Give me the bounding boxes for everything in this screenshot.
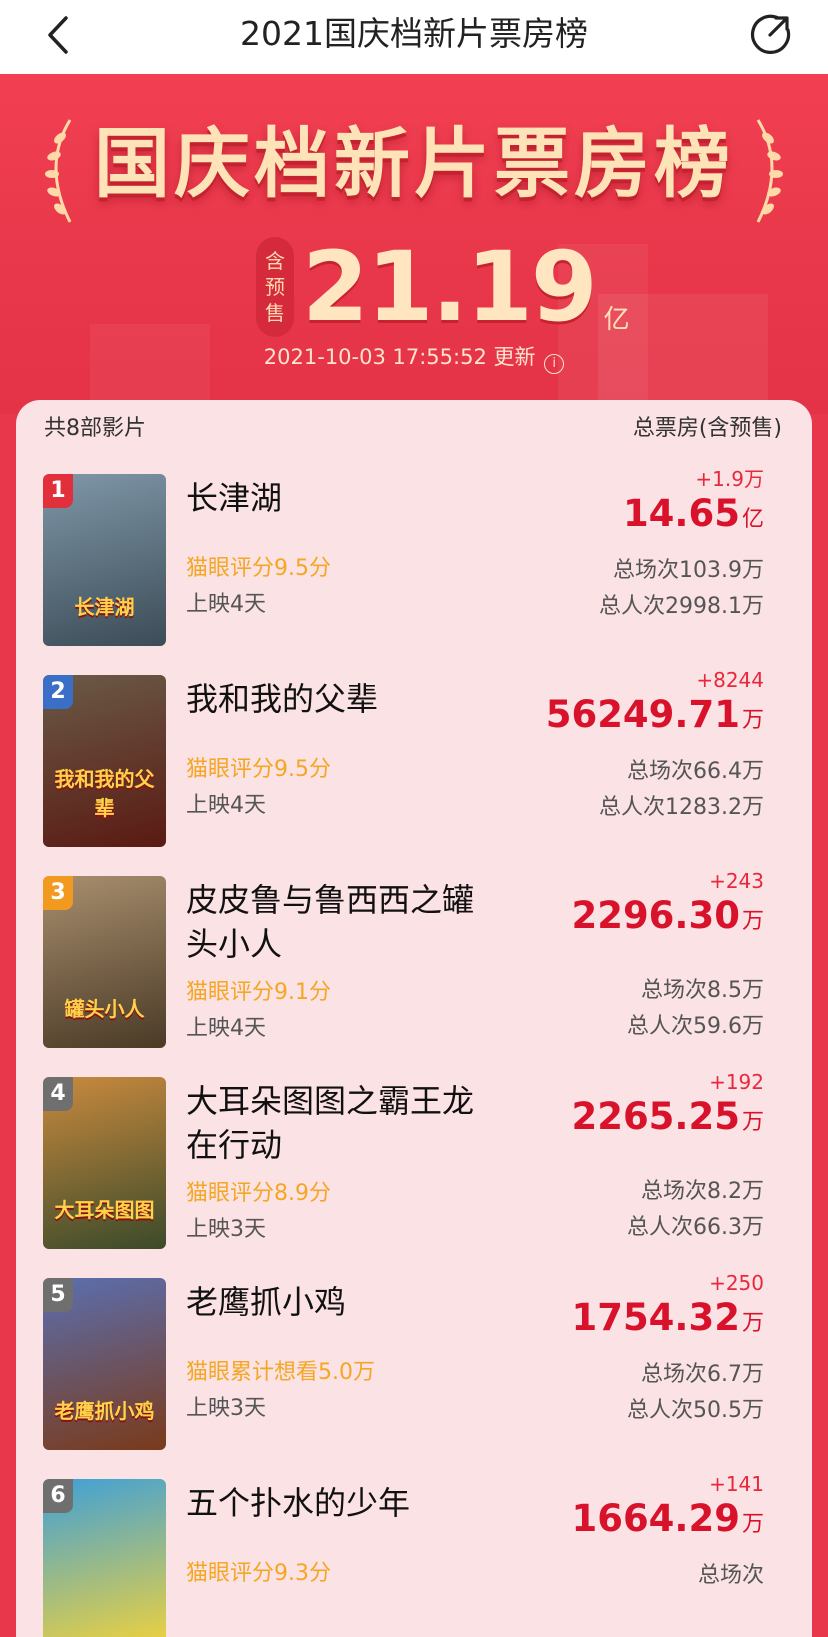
box-office-unit: 万 [741,1311,764,1336]
movie-poster[interactable]: 2 我和我的父辈 [43,675,166,847]
total-unit: 亿 [603,304,630,335]
hero-title: 国庆档新片票房榜 [94,119,734,208]
movie-title[interactable]: 皮皮鲁与鲁西西之罐头小人 [186,878,486,966]
movie-row[interactable]: 6 五个扑水的少年 猫眼评分9.3分 +141 1664.29万 总场次 [16,1472,812,1637]
total-value: 21.19 [302,231,598,343]
movie-row[interactable]: 1 长津湖 长津湖 猫眼评分9.5分 上映4天 +1.9万 14.65亿 总场次… [16,467,812,649]
movie-score: 猫眼评分9.3分 [186,1561,331,1586]
movie-row[interactable]: 2 我和我的父辈 我和我的父辈 猫眼评分9.5分 上映4天 +8244 5624… [16,668,812,850]
box-office-value: 14.65 [622,492,740,535]
share-icon[interactable] [748,11,794,57]
movie-poster[interactable]: 3 罐头小人 [43,876,166,1048]
nav-bar: 2021国庆档新片票房榜 [0,0,828,74]
box-office-unit: 万 [741,708,764,733]
list-header: 共8部影片 总票房(含预售) [44,414,782,444]
page-title: 2021国庆档新片票房榜 [240,14,588,53]
total-showings: 总场次8.5万 [641,978,764,1003]
rank-badge: 1 [43,474,73,508]
poster-caption: 老鹰抓小鸡 [54,1399,155,1423]
movie-row[interactable]: 5 老鹰抓小鸡 老鹰抓小鸡 猫眼累计想看5.0万 上映3天 +250 1754.… [16,1271,812,1453]
movie-days: 上映4天 [186,592,266,617]
movie-score: 猫眼评分9.5分 [186,757,331,782]
presale-tag-char: 含 [265,249,285,273]
total-showings: 总场次103.9万 [613,558,764,583]
box-office-value: 2296.30 [571,894,740,937]
total-showings: 总场次6.7万 [641,1362,764,1387]
total-showings: 总场次8.2万 [641,1179,764,1204]
box-office-total: 1754.32万 [571,1296,764,1347]
total-viewers: 总人次59.6万 [627,1014,764,1039]
movie-score: 猫眼评分8.9分 [186,1181,331,1206]
movie-days: 上映4天 [186,793,266,818]
box-office-unit: 万 [741,1110,764,1135]
rank-badge: 6 [43,1479,73,1513]
box-office-delta: +8244 [696,668,764,692]
total-showings: 总场次66.4万 [627,759,764,784]
presale-tag: 含 预 售 [256,237,294,337]
box-office-total: 14.65亿 [623,492,764,543]
rank-badge: 3 [43,876,73,910]
ranking-card: 共8部影片 总票房(含预售) 1 长津湖 长津湖 猫眼评分9.5分 上映4天 +… [16,400,812,1637]
rank-badge: 5 [43,1278,73,1312]
column-label: 总票房(含预售) [632,416,782,441]
box-office-value: 1754.32 [571,1296,740,1339]
movie-days: 上映3天 [186,1217,266,1242]
box-office-delta: +1.9万 [695,467,764,491]
movie-days: 上映4天 [186,1016,266,1041]
total-viewers: 总人次2998.1万 [599,594,764,619]
box-office-value: 2265.25 [571,1095,740,1138]
hero-banner: 国庆档新片票房榜 含 预 售 21.19 亿 2021-10-03 17:55:… [0,74,828,414]
box-office-total: 56249.71万 [546,693,764,744]
info-icon[interactable]: i [544,354,565,374]
box-office-unit: 亿 [741,507,764,532]
total-viewers: 总人次1283.2万 [599,795,764,820]
movie-score: 猫眼评分9.5分 [186,556,331,581]
box-office-total: 2265.25万 [571,1095,764,1146]
rank-badge: 4 [43,1077,73,1111]
presale-tag-char: 预 [265,275,285,299]
total-viewers: 总人次66.3万 [627,1215,764,1240]
movie-title[interactable]: 大耳朵图图之霸王龙在行动 [186,1079,486,1167]
movie-title[interactable]: 长津湖 [186,476,486,520]
box-office-value: 56249.71 [545,693,740,736]
poster-caption: 罐头小人 [64,997,145,1021]
box-office-delta: +243 [709,869,764,893]
movie-count: 共8部影片 [44,416,146,441]
movie-title[interactable]: 老鹰抓小鸡 [186,1280,486,1324]
total-showings: 总场次 [697,1563,764,1588]
total-box-office: 含 预 售 21.19 亿 [256,232,630,342]
box-office-unit: 万 [741,1512,764,1537]
presale-tag-char: 售 [265,301,285,325]
movie-row[interactable]: 4 大耳朵图图 大耳朵图图之霸王龙在行动 猫眼评分8.9分 上映3天 +192 … [16,1070,812,1252]
poster-caption: 我和我的父辈 [54,767,155,820]
box-office-total: 2296.30万 [571,894,764,945]
poster-caption: 大耳朵图图 [54,1198,155,1222]
movie-title[interactable]: 五个扑水的少年 [186,1481,486,1525]
box-office-delta: +250 [709,1271,764,1295]
box-office-delta: +192 [709,1070,764,1094]
movie-score: 猫眼评分9.1分 [186,980,331,1005]
movie-poster[interactable]: 4 大耳朵图图 [43,1077,166,1249]
box-office-value: 1664.29 [571,1497,740,1540]
rank-badge: 2 [43,675,73,709]
box-office-delta: +141 [709,1472,764,1496]
movie-poster[interactable]: 5 老鹰抓小鸡 [43,1278,166,1450]
movie-title[interactable]: 我和我的父辈 [186,677,486,721]
update-time-text: 2021-10-03 17:55:52 更新 [263,345,536,369]
movie-poster[interactable]: 1 长津湖 [43,474,166,646]
box-office-total: 1664.29万 [571,1497,764,1548]
movie-poster[interactable]: 6 [43,1479,166,1637]
poster-caption: 长津湖 [74,595,135,619]
total-viewers: 总人次50.5万 [627,1398,764,1423]
movie-row[interactable]: 3 罐头小人 皮皮鲁与鲁西西之罐头小人 猫眼评分9.1分 上映4天 +243 2… [16,869,812,1051]
update-time: 2021-10-03 17:55:52 更新 i [0,342,828,374]
movie-score: 猫眼累计想看5.0万 [186,1360,375,1385]
movie-days: 上映3天 [186,1396,266,1421]
box-office-unit: 万 [741,909,764,934]
